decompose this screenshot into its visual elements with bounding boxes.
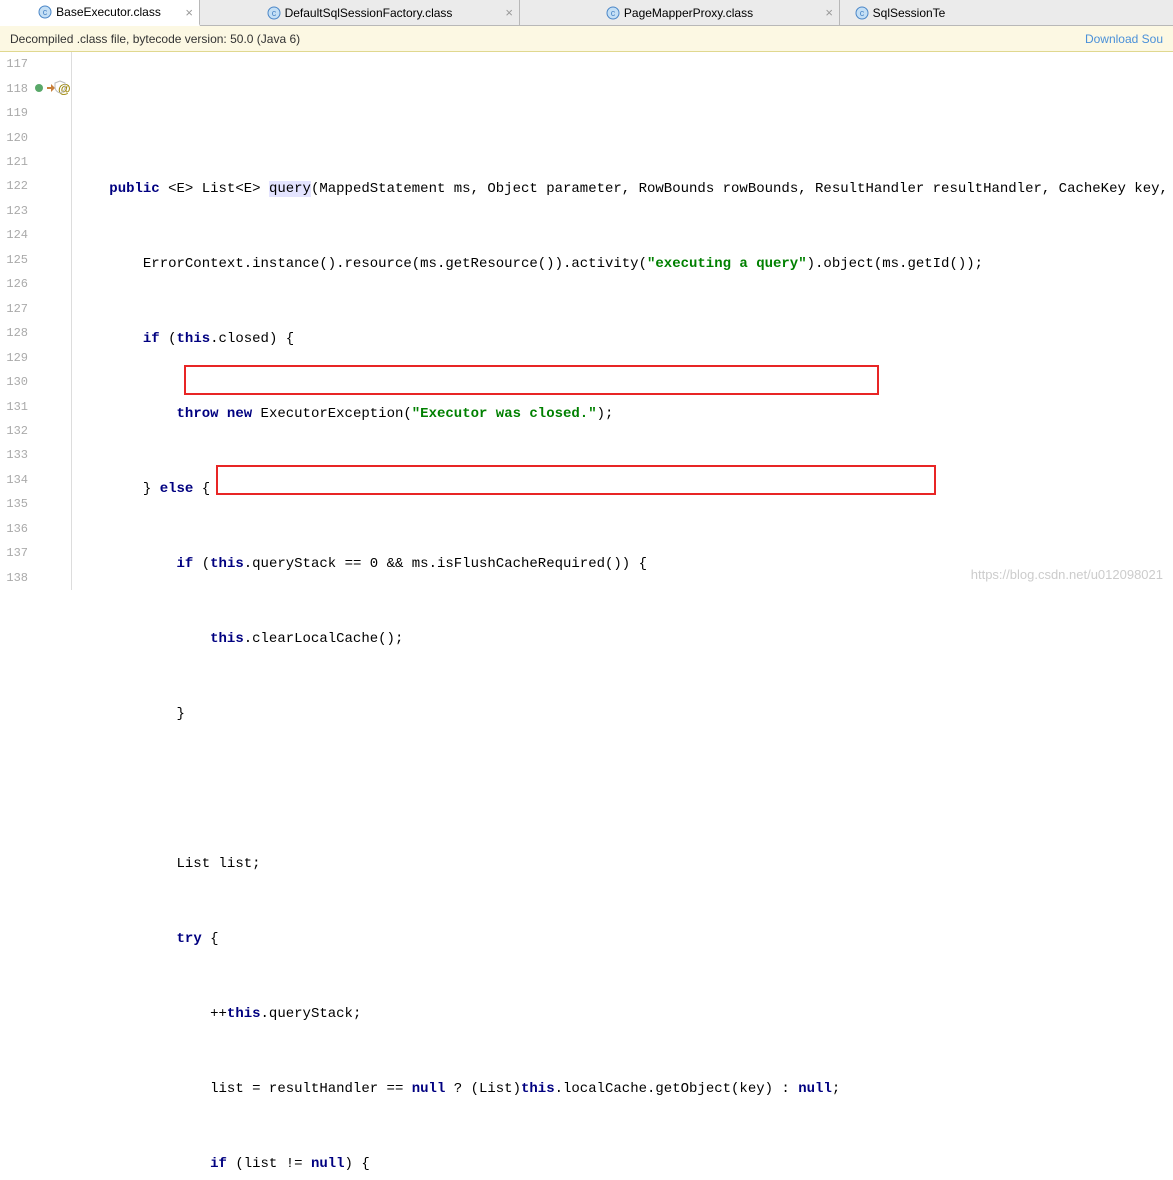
line-number: 121 xyxy=(0,155,32,169)
close-icon[interactable]: × xyxy=(505,6,513,19)
line-number: 134 xyxy=(0,473,32,487)
highlight-annotation xyxy=(184,365,879,395)
code-line: if (list != null) { xyxy=(76,1152,1173,1177)
tab-base-executor[interactable]: c BaseExecutor.class × xyxy=(0,0,200,26)
code-line xyxy=(76,777,1173,802)
line-number: 125 xyxy=(0,253,32,267)
class-file-icon: c xyxy=(38,5,52,19)
code-line: try { xyxy=(76,927,1173,952)
tab-sql-session-te[interactable]: c SqlSessionTe xyxy=(840,0,960,25)
line-number: 137 xyxy=(0,546,32,560)
line-number: 124 xyxy=(0,228,32,242)
code-line: } xyxy=(76,702,1173,727)
decompile-info-text: Decompiled .class file, bytecode version… xyxy=(10,32,300,46)
inspection-shield-icon[interactable] xyxy=(53,80,67,97)
code-line: ++this.queryStack; xyxy=(76,1002,1173,1027)
code-area[interactable]: public <E> List<E> query(MappedStatement… xyxy=(72,52,1173,590)
close-icon[interactable]: × xyxy=(825,6,833,19)
code-line: ErrorContext.instance().resource(ms.getR… xyxy=(76,252,1173,277)
editor-tabs: c BaseExecutor.class × c DefaultSqlSessi… xyxy=(0,0,1173,26)
tab-label: PageMapperProxy.class xyxy=(624,6,753,20)
line-number: 126 xyxy=(0,277,32,291)
tab-label: BaseExecutor.class xyxy=(56,5,161,19)
line-number: 119 xyxy=(0,106,32,120)
line-number: 132 xyxy=(0,424,32,438)
tab-default-sql-session[interactable]: c DefaultSqlSessionFactory.class × xyxy=(200,0,520,25)
line-number: 136 xyxy=(0,522,32,536)
line-number: 128 xyxy=(0,326,32,340)
override-indicator-icon[interactable] xyxy=(34,81,44,96)
svg-text:c: c xyxy=(859,8,864,18)
line-number: 120 xyxy=(0,131,32,145)
code-line: List list; xyxy=(76,852,1173,877)
download-sources-link[interactable]: Download Sou xyxy=(1085,32,1163,46)
code-line xyxy=(76,102,1173,127)
svg-text:c: c xyxy=(611,8,616,18)
decompile-info-bar: Decompiled .class file, bytecode version… xyxy=(0,26,1173,52)
line-number: 118 xyxy=(0,82,32,96)
line-number: 127 xyxy=(0,302,32,316)
line-number: 135 xyxy=(0,497,32,511)
line-number: 123 xyxy=(0,204,32,218)
code-line: this.clearLocalCache(); xyxy=(76,627,1173,652)
close-icon[interactable]: × xyxy=(185,6,193,19)
line-number: 138 xyxy=(0,571,32,585)
gutter: 117 118 @ 119 120 121 122 123 124 125 12… xyxy=(0,52,72,590)
class-file-icon: c xyxy=(855,6,869,20)
tab-page-mapper-proxy[interactable]: c PageMapperProxy.class × xyxy=(520,0,840,25)
watermark-text: https://blog.csdn.net/u012098021 xyxy=(971,567,1163,582)
line-number: 117 xyxy=(0,57,32,71)
code-line: } else { xyxy=(76,477,1173,502)
class-file-icon: c xyxy=(606,6,620,20)
line-number: 130 xyxy=(0,375,32,389)
class-file-icon: c xyxy=(267,6,281,20)
line-number: 131 xyxy=(0,400,32,414)
code-line: list = resultHandler == null ? (List)thi… xyxy=(76,1077,1173,1102)
code-line: if (this.closed) { xyxy=(76,327,1173,352)
svg-text:c: c xyxy=(271,8,276,18)
tab-label: SqlSessionTe xyxy=(873,6,946,20)
line-number: 122 xyxy=(0,179,32,193)
tab-label: DefaultSqlSessionFactory.class xyxy=(285,6,453,20)
svg-text:c: c xyxy=(43,7,48,17)
code-line: throw new ExecutorException("Executor wa… xyxy=(76,402,1173,427)
code-line: public <E> List<E> query(MappedStatement… xyxy=(76,177,1173,202)
editor-area: 117 118 @ 119 120 121 122 123 124 125 12… xyxy=(0,52,1173,590)
line-number: 129 xyxy=(0,351,32,365)
line-number: 133 xyxy=(0,448,32,462)
